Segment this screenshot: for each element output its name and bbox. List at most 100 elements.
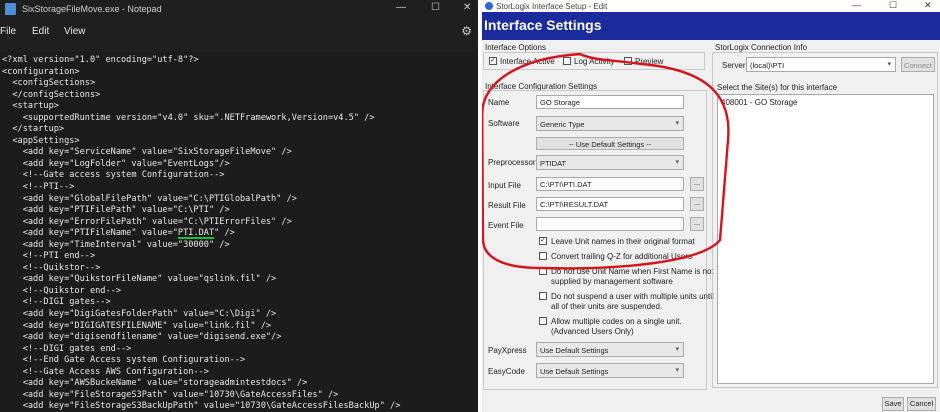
notepad-text-line: <add key="DIGIGATESFILENAME" value="link…: [2, 320, 272, 331]
storlogix-dialog: StorLogix Interface Setup - Edit — ☐ ✕ I…: [482, 0, 940, 412]
menu-file[interactable]: File: [0, 26, 16, 37]
notepad-text-line: <!--Gate access system Configuration-->: [2, 170, 225, 181]
notepad-text-line: <!--PTI end-->: [2, 251, 96, 262]
notepad-menubar: File Edit View ⚙: [0, 18, 478, 44]
no-unit-name-label-line2: supplied by management software: [551, 277, 673, 286]
preview-checkbox[interactable]: [624, 57, 632, 65]
notepad-text-line: <?xml version="1.0" encoding="utf-8"?>: [2, 55, 199, 65]
no-unit-name-checkbox[interactable]: [539, 267, 547, 275]
dialog-heading: Interface Settings: [484, 17, 602, 33]
result-file-field[interactable]: C:\PTI\RESULT.DAT: [536, 197, 684, 211]
gear-icon[interactable]: ⚙: [461, 24, 472, 38]
menu-edit[interactable]: Edit: [32, 26, 49, 37]
no-suspend-label-line2: all of their units are suspended.: [551, 302, 663, 311]
convert-trailing-label: Convert trailing Q-Z for additional User…: [551, 252, 692, 261]
sites-listbox[interactable]: 408001 - GO Storage: [717, 94, 934, 384]
payxpress-select-value: Use Default Settings: [540, 346, 609, 355]
notepad-text-line: <!--Quikstor-->: [2, 262, 101, 273]
notepad-text-line: <configuration>: [2, 66, 80, 77]
notepad-text-line: <add key="LogFolder" value="EventLogs"/>: [2, 158, 230, 169]
name-label: Name: [488, 98, 510, 107]
notepad-text-line: <add key="GlobalFilePath" value="C:\PTIG…: [2, 193, 297, 204]
input-file-field[interactable]: C:\PTI\PTI.DAT: [536, 177, 684, 191]
input-file-browse-button[interactable]: ...: [690, 177, 704, 191]
interface-active-label: Interface Active: [500, 57, 555, 66]
close-icon[interactable]: ✕: [463, 2, 471, 13]
notepad-text-line: <appSettings>: [2, 135, 80, 146]
event-file-field[interactable]: [536, 217, 684, 231]
cancel-button[interactable]: Cancel: [907, 397, 936, 411]
notepad-window: SixStorageFileMove.exe - Notepad — ☐ ✕ F…: [0, 0, 478, 412]
server-select-value: (local)\PTI: [750, 61, 785, 70]
close-icon[interactable]: ✕: [924, 0, 932, 11]
notepad-text-line: <add key="digisendfilename" value="digis…: [2, 332, 282, 343]
name-field[interactable]: GO Storage: [536, 95, 684, 109]
notepad-text-line: <add key="FileStorageS3Path" value="1073…: [2, 389, 339, 400]
result-file-label: Result File: [488, 201, 526, 210]
log-activity-label: Log Activity: [574, 57, 615, 66]
minimize-icon[interactable]: —: [396, 2, 406, 13]
highlighted-filename: PTI.DAT: [177, 228, 215, 239]
storlogix-app-icon: [485, 2, 493, 10]
allow-multiple-codes-checkbox[interactable]: [539, 317, 547, 325]
connect-button[interactable]: Connect: [901, 57, 935, 72]
chevron-down-icon: ▾: [675, 346, 679, 353]
maximize-icon[interactable]: ☐: [431, 2, 440, 13]
interface-options-label: Interface Options: [485, 43, 546, 52]
notepad-text-line: <add key="FileStorageS3BackUpPath" value…: [2, 401, 401, 412]
log-activity-checkbox[interactable]: [563, 57, 571, 65]
easycode-label: EasyCode: [488, 367, 525, 376]
chevron-down-icon: ▾: [675, 367, 679, 374]
notepad-text-line: <!--Gate Access AWS Configuration-->: [2, 366, 209, 377]
minimize-icon[interactable]: —: [852, 0, 861, 10]
preprocessor-select[interactable]: PTIDAT ▾: [536, 155, 684, 170]
notepad-text-line: <add key="PTIFilePath" value="C:\PTI" />: [2, 205, 230, 216]
notepad-text-line: <startup>: [2, 101, 59, 112]
chevron-down-icon: ▾: [675, 120, 679, 127]
maximize-icon[interactable]: ☐: [889, 0, 897, 11]
server-label: Server: [722, 61, 746, 70]
no-suspend-checkbox[interactable]: [539, 292, 547, 300]
preprocessor-select-value: PTIDAT: [540, 159, 567, 168]
use-default-settings-button[interactable]: -- Use Default Settings --: [536, 137, 684, 150]
notepad-text-line: </configSections>: [2, 89, 101, 100]
site-list-item[interactable]: 408001 - GO Storage: [718, 95, 933, 110]
dialog-titlebar: StorLogix Interface Setup - Edit — ☐ ✕: [482, 0, 940, 12]
save-button[interactable]: Save: [882, 397, 904, 411]
event-file-browse-button[interactable]: ...: [690, 217, 704, 231]
notepad-text-line: <add key="DigiGatesFolderPath" value="C:…: [2, 309, 277, 320]
allow-multiple-label-line1: Allow multiple codes on a single unit.: [551, 317, 682, 326]
preprocessor-label: Preprocessor: [488, 158, 536, 167]
notepad-text-line: <!--DIGI gates-->: [2, 297, 111, 308]
interface-active-checkbox[interactable]: ✓: [489, 57, 497, 65]
result-file-browse-button[interactable]: ...: [690, 197, 704, 211]
payxpress-label: PayXpress: [488, 346, 527, 355]
menu-view[interactable]: View: [64, 26, 86, 37]
easycode-select-value: Use Default Settings: [540, 367, 609, 376]
preview-label: Preview: [635, 57, 664, 66]
notepad-text-line: <add key="PTIFileName" value="PTI.DAT" /…: [2, 228, 235, 239]
notepad-text-line: <add key="ServiceName" value="SixStorage…: [2, 147, 292, 158]
server-select[interactable]: (local)\PTI ▾: [746, 57, 896, 72]
notepad-text-area[interactable]: <?xml version="1.0" encoding="utf-8"?> <c…: [0, 52, 478, 412]
notepad-text-line: <add key="AWSBuckeName" value="storagead…: [2, 378, 308, 389]
notepad-text-line: <add key="QuikstorFileName" value="qslin…: [2, 274, 277, 285]
easycode-select[interactable]: Use Default Settings ▾: [536, 363, 684, 378]
notepad-text-line: <configSections>: [2, 78, 96, 89]
allow-multiple-label-line2: (Advanced Users Only): [551, 327, 634, 336]
dialog-title: StorLogix Interface Setup - Edit: [496, 2, 608, 11]
notepad-text-line: <add key="TimeInterval" value="30000" />: [2, 239, 230, 250]
notepad-title: SixStorageFileMove.exe - Notepad: [22, 4, 162, 14]
payxpress-select[interactable]: Use Default Settings ▾: [536, 342, 684, 357]
software-select-value: Generic Type: [540, 120, 585, 129]
notepad-text-line: <add key="ErrorFilePath" value="C:\PTIEr…: [2, 216, 292, 227]
convert-trailing-checkbox[interactable]: [539, 252, 547, 260]
no-unit-name-label-line1: Do not use Unit Name when First Name is …: [551, 267, 714, 276]
notepad-text-line: <!--PTI-->: [2, 182, 75, 193]
notepad-text-line: <!--DIGI gates end-->: [2, 343, 132, 354]
no-suspend-label-line1: Do not suspend a user with multiple unit…: [551, 292, 714, 301]
notepad-text-line: <supportedRuntime version="v4.0" sku=".N…: [2, 112, 375, 123]
leave-unit-names-checkbox[interactable]: ✓: [539, 237, 547, 245]
notepad-text-line: <!--Quikstor end-->: [2, 285, 121, 296]
software-select[interactable]: Generic Type ▾: [536, 116, 684, 131]
